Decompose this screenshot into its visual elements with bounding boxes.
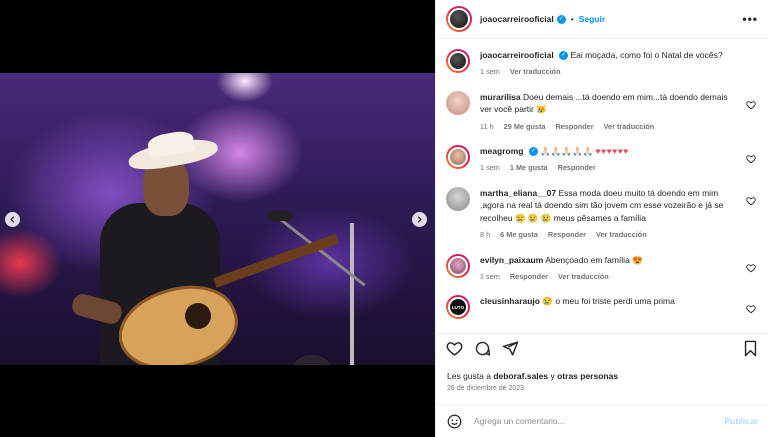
action-bar — [446, 340, 759, 362]
comment-time[interactable]: 1 sem — [480, 163, 500, 174]
comment-meta: 1 sem 1 Me gusta Responder — [480, 163, 739, 174]
commenter-avatar[interactable] — [446, 253, 470, 278]
translate-link[interactable]: Ver traducción — [604, 122, 655, 133]
comment-username[interactable]: evilyn_paixaum — [480, 255, 543, 265]
guitar-soundhole — [185, 303, 211, 329]
comment-meta: 1 sem Responder Ver traducción — [480, 272, 739, 283]
commenter-avatar[interactable] — [446, 90, 470, 115]
translate-link[interactable]: Ver traducción — [558, 272, 609, 283]
comment-icon[interactable] — [474, 340, 491, 357]
comment-item: martha_eliana__07 Essa moda doeu muito t… — [446, 186, 759, 241]
post-caption: joaocarreirooficial ✓ Eai moçada, como f… — [446, 49, 759, 78]
comment-text-hearts: ♥♥♥♥♥♥ — [595, 146, 629, 157]
likes-summary: Les gusta a deboraf.sales y otras person… — [447, 371, 618, 381]
caption-avatar[interactable] — [446, 49, 470, 73]
post-date[interactable]: 26 de diciembre de 2023 — [447, 385, 524, 392]
author-avatar[interactable] — [446, 6, 472, 32]
chevron-left-icon — [10, 216, 15, 223]
heart-icon[interactable] — [746, 154, 756, 164]
comment-likes[interactable]: 29 Me gusta — [504, 122, 546, 133]
likes-prefix: Les gusta a — [447, 371, 494, 381]
guitar-neck — [213, 233, 339, 288]
more-options-icon[interactable]: ••• — [742, 12, 758, 26]
heart-icon[interactable] — [746, 100, 756, 110]
comment-time[interactable]: 1 sem — [480, 272, 500, 283]
microphone — [268, 211, 292, 221]
publish-button[interactable]: Publicar — [724, 416, 758, 426]
likes-user-link[interactable]: deboraf.sales — [493, 371, 548, 381]
verified-badge-icon: ✓ — [559, 51, 569, 61]
commenter-avatar[interactable] — [446, 145, 470, 170]
reply-button[interactable]: Responder — [548, 230, 586, 241]
heart-icon[interactable] — [446, 340, 463, 357]
likes-conjunction: y — [548, 371, 558, 381]
comment-username[interactable]: murarilisa — [480, 92, 521, 102]
caption-meta: 1 sem Ver traducción — [480, 67, 739, 78]
comment-item: LUTO cleusinharaujo 😢 o meu foi triste p… — [446, 295, 759, 320]
emoji-icon[interactable] — [447, 414, 462, 429]
comment-username[interactable]: meagromg — [480, 146, 523, 156]
separator-dot: • — [570, 14, 574, 24]
post-header: joaocarreirooficial ✓ • Seguir ••• — [436, 0, 768, 39]
comment-meta: 8 h 6 Me gusta Responder Ver traducción — [480, 230, 739, 241]
divider — [436, 333, 768, 334]
comment-likes[interactable]: 1 Me gusta — [510, 163, 548, 174]
post-side-panel: joaocarreirooficial ✓ • Seguir ••• joaoc… — [435, 0, 768, 437]
comment-input[interactable] — [474, 416, 725, 426]
verified-badge-icon: ✓ — [528, 147, 538, 157]
comment-item: evilyn_paixaum Abençoado em família 😍 1 … — [446, 253, 759, 283]
comment-likes[interactable]: 6 Me gusta — [500, 230, 538, 241]
commenter-avatar[interactable]: LUTO — [446, 295, 470, 320]
heart-icon[interactable] — [746, 304, 756, 314]
comment-time[interactable]: 8 h — [480, 230, 490, 241]
comment-text-prefix: 🙏🏻🙏🏻🙏🏻🙏🏻🙏🏻 — [540, 146, 594, 157]
caption-translate-link[interactable]: Ver traducción — [510, 67, 561, 78]
reply-button[interactable]: Responder — [555, 122, 593, 133]
reply-button[interactable]: Responder — [558, 163, 596, 174]
comments-list[interactable]: joaocarreirooficial ✓ Eai moçada, como f… — [436, 39, 768, 331]
caption-username[interactable]: joaocarreirooficial — [480, 50, 554, 60]
verified-badge-icon: ✓ — [556, 14, 566, 24]
chevron-right-icon — [417, 216, 422, 223]
comment-item: murarilisa Doeu demais ...tá doendo em m… — [446, 90, 759, 133]
comment-text: 😢 o meu foi triste perdi uma prima — [542, 296, 675, 307]
follow-button[interactable]: Seguir — [579, 14, 605, 24]
bookmark-icon[interactable] — [742, 340, 759, 357]
commenter-avatar[interactable] — [446, 186, 470, 211]
heart-icon[interactable] — [746, 196, 756, 206]
comment-item: meagromg ✓ 🙏🏻🙏🏻🙏🏻🙏🏻🙏🏻 ♥♥♥♥♥♥ 1 sem 1 Me … — [446, 145, 759, 174]
share-icon[interactable] — [502, 340, 519, 357]
luto-avatar-label: LUTO — [448, 297, 468, 318]
comment-username[interactable]: cleusinharaujo — [480, 296, 540, 306]
heart-icon[interactable] — [746, 263, 756, 273]
next-image-button[interactable] — [412, 212, 427, 227]
comment-time[interactable]: 11 h — [480, 122, 494, 133]
post-media — [0, 0, 435, 437]
background-musician-head — [292, 355, 332, 365]
author-username[interactable]: joaocarreirooficial — [480, 14, 554, 24]
comment-username[interactable]: martha_eliana__07 — [480, 188, 556, 198]
reply-button[interactable]: Responder — [510, 272, 548, 283]
comment-meta: 11 h 29 Me gusta Responder Ver traducció… — [480, 122, 739, 133]
caption-time[interactable]: 1 sem — [480, 67, 500, 78]
mic-stand — [350, 223, 354, 365]
likes-others-link[interactable]: otras personas — [557, 371, 618, 381]
caption-text: Eai moçada, como foi o Natal de vocês? — [570, 50, 723, 60]
previous-image-button[interactable] — [5, 212, 20, 227]
post-photo[interactable] — [0, 73, 435, 365]
add-comment-bar: Publicar — [436, 404, 768, 437]
comment-text: Abençoado em família 😍 — [545, 254, 643, 265]
translate-link[interactable]: Ver traducción — [596, 230, 647, 241]
